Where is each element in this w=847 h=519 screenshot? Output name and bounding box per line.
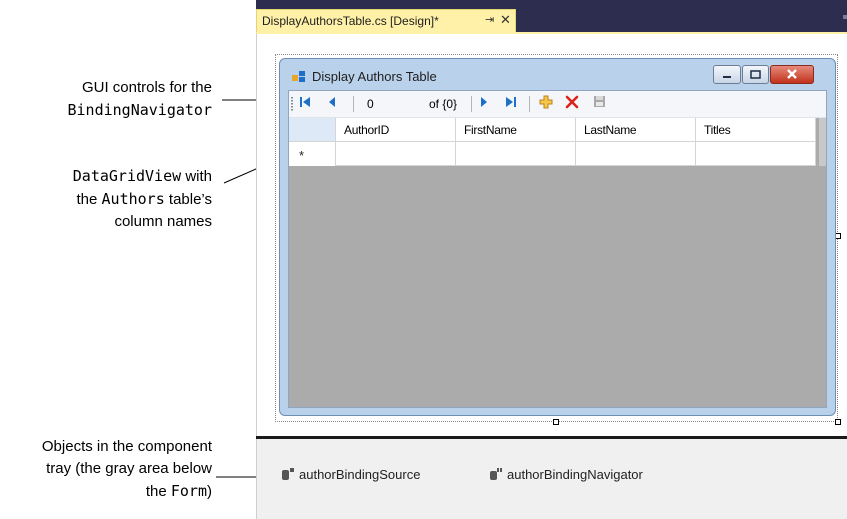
add-new-icon (539, 95, 553, 114)
callout-text: ) (207, 483, 212, 500)
tray-item-label: authorBindingNavigator (507, 467, 643, 482)
toolbar-separator (529, 96, 530, 112)
tabstrip-overflow (843, 15, 847, 19)
form-title-bar: Display Authors Table (280, 59, 835, 91)
form-title: Display Authors Table (312, 69, 437, 84)
move-last-button[interactable] (502, 95, 520, 113)
tray-item-binding-navigator[interactable]: authorBindingNavigator (489, 467, 643, 482)
callout-text: the (76, 191, 102, 208)
add-new-button[interactable] (537, 95, 555, 113)
tray-item-label: authorBindingSource (299, 467, 421, 482)
count-label: of {0} (429, 97, 458, 111)
resize-handle-bottom[interactable] (553, 419, 559, 425)
callout-code: Form (170, 482, 207, 500)
toolbar-separator (471, 96, 472, 112)
callout-code: BindingNavigator (67, 101, 213, 119)
callout-line: the Form) (42, 480, 212, 503)
grid-header-row: AuthorID FirstName LastName Titles (289, 118, 816, 142)
column-header[interactable]: Titles (696, 118, 816, 142)
component-tray: authorBindingSource authorBindingNavigat… (256, 439, 847, 519)
new-row: * (289, 142, 816, 166)
binding-navigator-icon (489, 467, 503, 481)
callout-code: Authors (101, 190, 165, 208)
callout-line: Objects in the component (41, 438, 212, 455)
form-app-icon (292, 70, 306, 88)
callout-code: DataGridView (72, 167, 182, 185)
grid-vertical-scrollbar[interactable] (819, 118, 826, 166)
binding-source-icon (281, 467, 295, 481)
resize-handle-corner[interactable] (835, 419, 841, 425)
callout-text: the (145, 483, 171, 500)
form-client-area: of {0} AuthorID FirstNa (288, 90, 827, 408)
callout-line: DataGridView with (73, 165, 212, 188)
callout-datagridview: DataGridView with the Authors table’s co… (73, 165, 212, 233)
move-first-button[interactable] (296, 95, 314, 113)
save-button[interactable] (590, 95, 608, 113)
grid-cell[interactable] (336, 142, 456, 166)
grid-corner-header[interactable] (289, 118, 336, 142)
move-previous-icon (327, 95, 337, 113)
delete-icon (565, 95, 579, 114)
callout-line: the Authors table’s (73, 188, 212, 211)
position-input[interactable] (364, 95, 425, 113)
callout-line: tray (the gray area below (46, 460, 212, 477)
callout-line: column names (114, 213, 212, 230)
authors-data-grid[interactable]: AuthorID FirstName LastName Titles * (289, 118, 826, 407)
move-first-icon (299, 95, 311, 113)
document-tab-strip: DisplayAuthorsTable.cs [Design]* ⇥ ✕ (256, 0, 847, 32)
grid-cell[interactable] (576, 142, 696, 166)
grid-cell[interactable] (456, 142, 576, 166)
move-next-icon (479, 95, 489, 113)
move-previous-button[interactable] (323, 95, 341, 113)
document-tab[interactable]: DisplayAuthorsTable.cs [Design]* ⇥ ✕ (256, 9, 516, 32)
toolbar-grip[interactable] (291, 97, 293, 111)
callout-binding-navigator: GUI controls for the BindingNavigator (68, 77, 213, 121)
pin-icon[interactable]: ⇥ (485, 13, 494, 26)
grid-cell[interactable] (696, 142, 816, 166)
move-next-button[interactable] (475, 95, 493, 113)
binding-navigator: of {0} (289, 91, 826, 118)
callout-text: with (181, 168, 212, 185)
document-tab-title: DisplayAuthorsTable.cs [Design]* (262, 14, 439, 28)
tray-item-binding-source[interactable]: authorBindingSource (281, 467, 420, 482)
delete-button[interactable] (563, 95, 581, 113)
column-header[interactable]: AuthorID (336, 118, 456, 142)
minimize-button[interactable] (713, 65, 741, 84)
form-window[interactable]: Display Authors Table of {0} (279, 58, 836, 416)
toolbar-separator (353, 96, 354, 112)
close-button[interactable] (770, 65, 814, 84)
new-row-marker[interactable]: * (289, 142, 336, 166)
callout-component-tray: Objects in the component tray (the gray … (42, 436, 212, 503)
maximize-button[interactable] (742, 65, 769, 84)
callout-text: table’s (164, 191, 212, 208)
move-last-icon (505, 95, 517, 113)
column-header[interactable]: FirstName (456, 118, 576, 142)
save-icon (593, 95, 606, 113)
column-header[interactable]: LastName (576, 118, 696, 142)
close-tab-icon[interactable]: ✕ (500, 12, 511, 28)
callout-line: GUI controls for the (81, 79, 212, 96)
